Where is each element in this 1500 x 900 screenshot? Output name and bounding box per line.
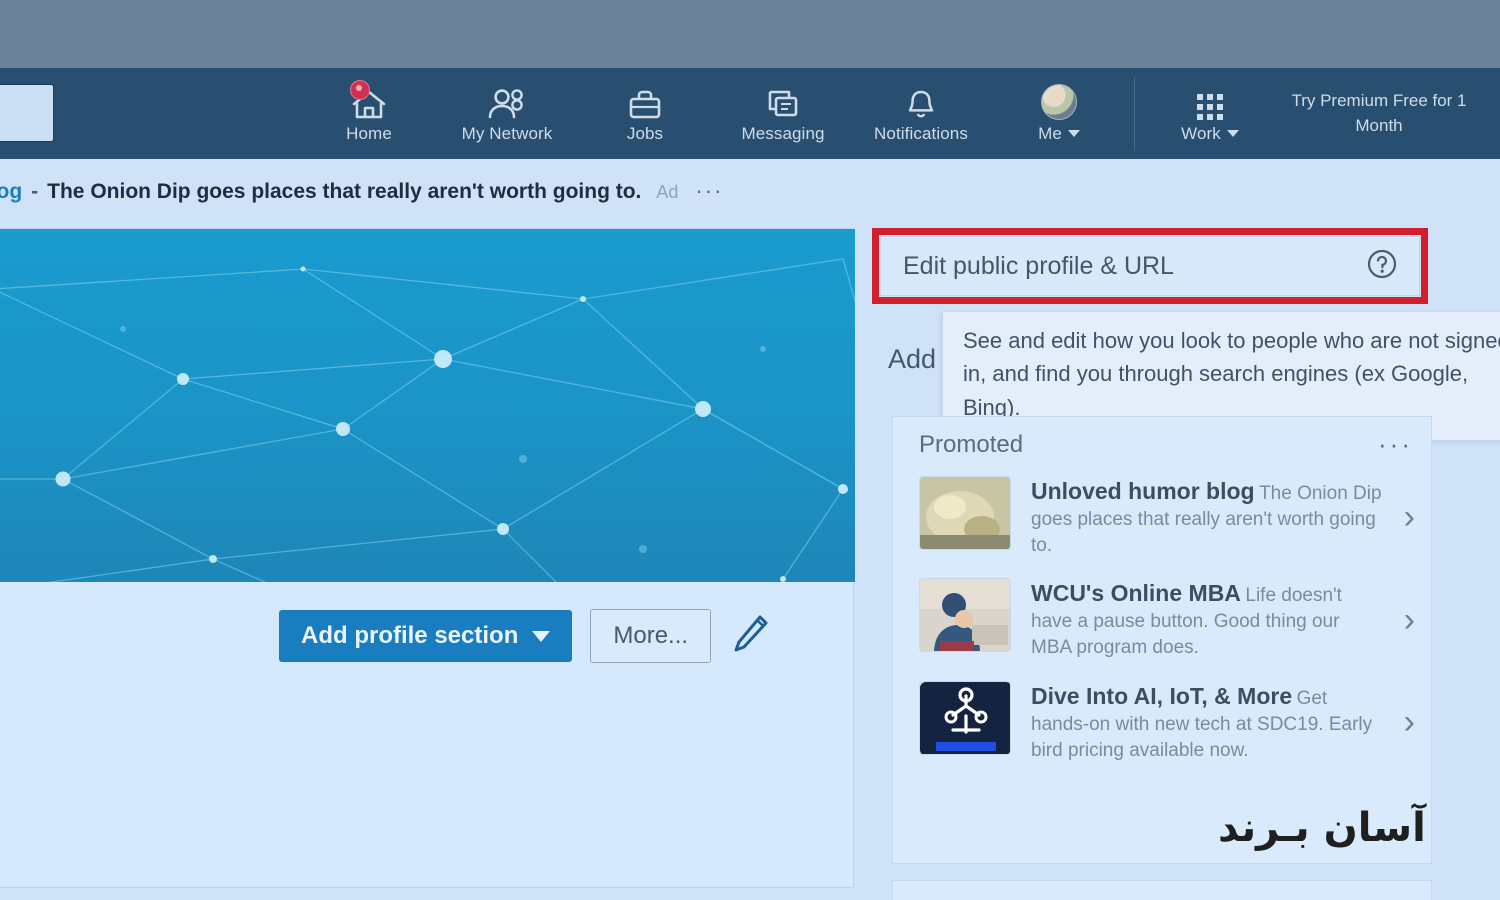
- promoted-header: Promoted ···: [893, 417, 1431, 466]
- top-ad-banner[interactable]: d humor blog - The Onion Dip goes places…: [0, 178, 723, 204]
- nav-item-home[interactable]: Home: [300, 68, 438, 159]
- promo-text: Unloved humor blog The Onion Dip goes pl…: [1031, 476, 1384, 558]
- nav-item-work[interactable]: Work: [1141, 68, 1279, 159]
- nav-item-label: My Network: [461, 123, 553, 143]
- chevron-right-icon[interactable]: ›: [1404, 500, 1415, 534]
- ad-advertiser-link[interactable]: d humor blog: [0, 180, 22, 204]
- grid-icon: [1197, 86, 1223, 120]
- avatar-icon: [1041, 83, 1077, 120]
- list-item[interactable]: Unloved humor blog The Onion Dip goes pl…: [893, 466, 1431, 568]
- nav-item-label: Jobs: [626, 123, 664, 143]
- cover-photo[interactable]: [0, 229, 855, 582]
- chevron-right-icon[interactable]: ›: [1404, 603, 1415, 637]
- chevron-down-icon: [1226, 129, 1239, 137]
- profile-card: Add profile section More...: [0, 228, 855, 888]
- nav-item-notifications[interactable]: Notifications: [852, 68, 990, 159]
- people-icon: [486, 86, 528, 120]
- pencil-icon[interactable]: [729, 611, 771, 662]
- avatar: [1041, 83, 1077, 120]
- watermark: آسان بـرند: [1218, 805, 1426, 851]
- chevron-down-icon: [1067, 129, 1080, 137]
- promoted-card: Promoted ··· Unloved humor blog The Onio…: [892, 416, 1432, 864]
- nav-item-label: Messaging: [741, 123, 825, 143]
- promo-text: WCU's Online MBA Life doesn't have a pau…: [1031, 578, 1384, 660]
- promo-text: Dive Into AI, IoT, & More Get hands-on w…: [1031, 681, 1384, 763]
- more-button[interactable]: More...: [590, 609, 712, 663]
- promo-thumbnail-tech: [919, 680, 1011, 755]
- global-navbar: Home My Network Jobs Messaging Notificat…: [0, 68, 1500, 159]
- nav-item-label: Notifications: [874, 123, 968, 143]
- edit-public-profile-label: Edit public profile & URL: [903, 251, 1174, 280]
- edit-public-profile-row[interactable]: Edit public profile & URL: [880, 236, 1420, 296]
- promo-title: Dive Into AI, IoT, & More: [1031, 682, 1293, 709]
- nav-item-label: Home: [346, 123, 392, 143]
- nav-divider: [1134, 76, 1135, 151]
- profile-action-buttons: Add profile section More...: [279, 609, 771, 663]
- chevron-down-icon: [532, 630, 551, 642]
- nav-item-my-network[interactable]: My Network: [438, 68, 576, 159]
- bell-icon: [904, 86, 938, 120]
- add-profile-section-label: Add profile section: [301, 622, 519, 649]
- nav-item-label: Work: [1181, 125, 1239, 142]
- search-input[interactable]: [0, 84, 54, 142]
- home-icon: [350, 79, 388, 120]
- me-label: Me: [1038, 123, 1062, 143]
- nav-item-messaging[interactable]: Messaging: [714, 68, 852, 159]
- chevron-right-icon[interactable]: ›: [1404, 705, 1415, 739]
- top-browser-strip: [0, 0, 1500, 68]
- briefcase-icon: [627, 86, 663, 120]
- add-section-label-behind-tooltip: Add: [888, 344, 937, 374]
- right-rail-next-card: [892, 880, 1432, 900]
- home-notification-badge: [350, 79, 370, 100]
- promo-title: Unloved humor blog: [1031, 478, 1255, 504]
- ad-text: The Onion Dip goes places that really ar…: [47, 180, 642, 203]
- promo-thumbnail-student: [919, 578, 1011, 653]
- try-premium-link[interactable]: Try Premium Free for 1 Month: [1279, 89, 1479, 138]
- add-profile-section-button[interactable]: Add profile section: [279, 610, 573, 662]
- ad-menu-icon[interactable]: ···: [695, 178, 723, 204]
- promoted-menu-icon[interactable]: ···: [1378, 429, 1413, 460]
- message-icon: [765, 86, 801, 120]
- linkedin-profile-screenshot: Home My Network Jobs Messaging Notificat…: [0, 0, 1500, 900]
- question-circle-icon[interactable]: [1365, 247, 1399, 286]
- promoted-heading: Promoted: [919, 430, 1024, 458]
- list-item[interactable]: WCU's Online MBA Life doesn't have a pau…: [893, 568, 1431, 670]
- nav-items: Home My Network Jobs Messaging Notificat…: [300, 68, 1479, 159]
- list-item[interactable]: Dive Into AI, IoT, & More Get hands-on w…: [893, 671, 1431, 773]
- ad-separator: -: [31, 180, 39, 203]
- ad-label: Ad: [656, 182, 679, 202]
- promo-thumbnail-food: [919, 476, 1011, 550]
- nav-item-me[interactable]: Me: [990, 68, 1128, 159]
- nav-item-jobs[interactable]: Jobs: [576, 68, 714, 159]
- work-label: Work: [1181, 123, 1221, 143]
- nav-item-label: Me: [1038, 125, 1080, 142]
- promo-title: WCU's Online MBA: [1031, 580, 1241, 607]
